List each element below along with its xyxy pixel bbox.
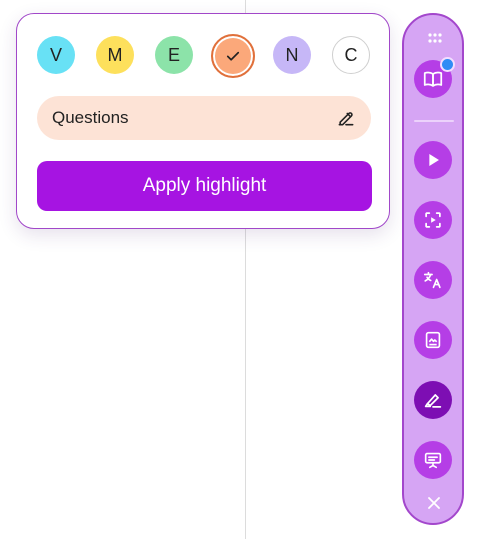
highlighter-icon: [424, 394, 442, 408]
image-card-icon: [425, 331, 441, 349]
swatch-letter: N: [285, 44, 299, 65]
highlight-note-field[interactable]: Questions: [37, 96, 371, 140]
color-swatch-m[interactable]: M: [96, 36, 134, 74]
swatch-letter: E: [167, 44, 180, 65]
play-icon: [429, 154, 439, 166]
edit-note-button[interactable]: [335, 107, 357, 129]
color-swatch-n[interactable]: N: [273, 36, 311, 74]
checkmark-icon: [226, 51, 240, 61]
floating-toolbar: [402, 13, 464, 525]
video-replay-icon: [425, 212, 441, 228]
translate-icon: [423, 271, 441, 289]
play-button[interactable]: [414, 141, 452, 179]
swatch-letter: V: [49, 44, 62, 65]
presentation-icon: [424, 452, 442, 469]
apply-highlight-button[interactable]: Apply highlight: [37, 161, 372, 211]
highlight-popover: V M E N C Questions Apply highlight: [16, 13, 390, 229]
highlighter-button[interactable]: [414, 381, 452, 419]
color-swatch-c[interactable]: C: [332, 36, 370, 74]
color-swatch-e[interactable]: E: [155, 36, 193, 74]
notification-badge: [440, 57, 455, 72]
drag-handle-icon[interactable]: [428, 33, 442, 43]
swatch-letter: C: [344, 44, 358, 65]
book-icon: [423, 71, 443, 87]
reader-book-button[interactable]: [414, 57, 455, 98]
close-icon: [428, 497, 440, 509]
color-swatch-v[interactable]: V: [37, 36, 75, 74]
image-card-button[interactable]: [414, 321, 452, 359]
translate-button[interactable]: [414, 261, 452, 299]
video-replay-button[interactable]: [414, 201, 452, 239]
note-label: Questions: [52, 108, 129, 127]
toolbar-separator: [414, 120, 454, 122]
color-swatch-selected[interactable]: [211, 34, 255, 78]
swatch-letter: M: [107, 44, 123, 65]
close-toolbar-button[interactable]: [424, 493, 444, 513]
presentation-button[interactable]: [414, 441, 452, 479]
pencil-icon: [338, 112, 354, 126]
